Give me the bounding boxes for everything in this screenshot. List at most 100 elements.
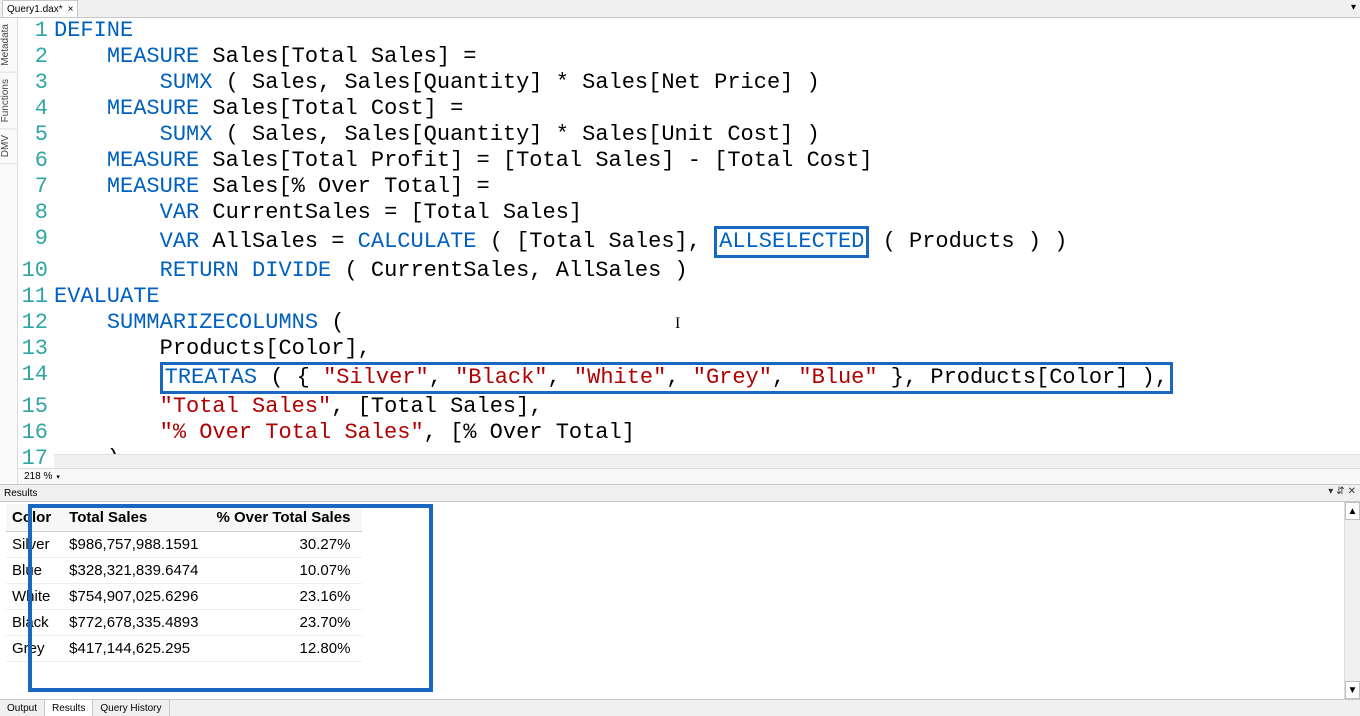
code-line[interactable]: 11EVALUATE — [18, 284, 1360, 310]
code-line[interactable]: 14 TREATAS ( { "Silver", "Black", "White… — [18, 362, 1360, 394]
table-row[interactable]: Silver$986,757,988.159130.27% — [6, 532, 362, 558]
main-area: MetadataFunctionsDMV 1DEFINE2 MEASURE Sa… — [0, 18, 1360, 484]
results-table[interactable]: ColorTotal Sales% Over Total SalesSilver… — [6, 504, 362, 662]
line-number: 11 — [18, 284, 54, 310]
line-number: 5 — [18, 122, 54, 148]
table-row[interactable]: Black$772,678,335.489323.70% — [6, 610, 362, 636]
table-cell: $754,907,025.6296 — [63, 584, 210, 610]
code-line[interactable]: 13 Products[Color], — [18, 336, 1360, 362]
table-cell: $986,757,988.1591 — [63, 532, 210, 558]
line-number: 17 — [18, 446, 54, 468]
results-pin-icon[interactable]: ⇵ — [1336, 486, 1344, 497]
code-text: SUMMARIZECOLUMNS ( — [54, 310, 1360, 336]
table-cell: Blue — [6, 558, 63, 584]
tabstrip-dropdown-icon[interactable]: ▾ — [1349, 2, 1358, 13]
code-text: SUMX ( Sales, Sales[Quantity] * Sales[Ne… — [54, 70, 1360, 96]
code-line[interactable]: 9 VAR AllSales = CALCULATE ( [Total Sale… — [18, 226, 1360, 258]
code-line[interactable]: 4 MEASURE Sales[Total Cost] = — [18, 96, 1360, 122]
zoom-indicator[interactable]: 218 % ▾ — [18, 468, 1360, 484]
code-text: TREATAS ( { "Silver", "Black", "White", … — [54, 362, 1360, 394]
code-text: EVALUATE — [54, 284, 1360, 310]
editor-horizontal-scrollbar[interactable] — [54, 454, 1360, 468]
line-number: 14 — [18, 362, 54, 394]
code-text: SUMX ( Sales, Sales[Quantity] * Sales[Un… — [54, 122, 1360, 148]
table-row[interactable]: White$754,907,025.629623.16% — [6, 584, 362, 610]
zoom-label: 218 % — [24, 471, 52, 482]
side-tabstrip: MetadataFunctionsDMV — [0, 18, 18, 484]
table-row[interactable]: Grey$417,144,625.29512.80% — [6, 636, 362, 662]
column-header[interactable]: Total Sales — [63, 504, 210, 532]
line-number: 2 — [18, 44, 54, 70]
line-number: 4 — [18, 96, 54, 122]
chevron-down-icon: ▾ — [56, 473, 60, 481]
scroll-down-icon[interactable]: ▼ — [1345, 681, 1360, 699]
column-header[interactable]: % Over Total Sales — [210, 504, 362, 532]
results-title: Results — [4, 488, 37, 499]
code-line[interactable]: 12 SUMMARIZECOLUMNS ( — [18, 310, 1360, 336]
side-tab-functions[interactable]: Functions — [0, 73, 17, 129]
line-number: 16 — [18, 420, 54, 446]
table-cell: 23.70% — [210, 610, 362, 636]
table-cell: Black — [6, 610, 63, 636]
table-cell: Silver — [6, 532, 63, 558]
line-number: 1 — [18, 18, 54, 44]
code-editor[interactable]: 1DEFINE2 MEASURE Sales[Total Sales] =3 S… — [18, 18, 1360, 468]
code-line[interactable]: 5 SUMX ( Sales, Sales[Quantity] * Sales[… — [18, 122, 1360, 148]
table-cell: 30.27% — [210, 532, 362, 558]
code-text: DEFINE — [54, 18, 1360, 44]
code-line[interactable]: 1DEFINE — [18, 18, 1360, 44]
table-cell: $328,321,839.6474 — [63, 558, 210, 584]
highlight-box: ALLSELECTED — [714, 226, 869, 258]
code-text: MEASURE Sales[Total Cost] = — [54, 96, 1360, 122]
column-header[interactable]: Color — [6, 504, 63, 532]
results-vertical-scrollbar[interactable]: ▲ ▼ — [1344, 502, 1360, 699]
table-cell: 12.80% — [210, 636, 362, 662]
code-line[interactable]: 8 VAR CurrentSales = [Total Sales] — [18, 200, 1360, 226]
results-panel: Results ▾ ⇵ ✕ ColorTotal Sales% Over Tot… — [0, 484, 1360, 699]
side-tab-dmv[interactable]: DMV — [0, 129, 17, 164]
table-cell: 23.16% — [210, 584, 362, 610]
code-text: "% Over Total Sales", [% Over Total] — [54, 420, 1360, 446]
results-header-tools: ▾ ⇵ ✕ — [1328, 486, 1356, 497]
line-number: 8 — [18, 200, 54, 226]
table-row[interactable]: Blue$328,321,839.647410.07% — [6, 558, 362, 584]
close-icon[interactable]: × — [68, 4, 74, 15]
highlight-box: TREATAS ( { "Silver", "Black", "White", … — [160, 362, 1173, 394]
bottom-tabstrip: OutputResultsQuery History — [0, 699, 1360, 716]
code-text: MEASURE Sales[Total Profit] = [Total Sal… — [54, 148, 1360, 174]
file-tabstrip: Query1.dax* × ▾ — [0, 0, 1360, 18]
code-text: "Total Sales", [Total Sales], — [54, 394, 1360, 420]
code-line[interactable]: 15 "Total Sales", [Total Sales], — [18, 394, 1360, 420]
bottom-tab-output[interactable]: Output — [0, 700, 45, 716]
bottom-tab-query-history[interactable]: Query History — [93, 700, 169, 716]
side-tab-metadata[interactable]: Metadata — [0, 18, 17, 73]
code-line[interactable]: 7 MEASURE Sales[% Over Total] = — [18, 174, 1360, 200]
results-dropdown-icon[interactable]: ▾ — [1328, 486, 1333, 497]
file-tab-label: Query1.dax* — [7, 4, 63, 15]
file-tab-query1[interactable]: Query1.dax* × — [2, 0, 78, 17]
line-number: 3 — [18, 70, 54, 96]
code-line[interactable]: 2 MEASURE Sales[Total Sales] = — [18, 44, 1360, 70]
bottom-tab-results[interactable]: Results — [45, 700, 93, 716]
results-close-icon[interactable]: ✕ — [1348, 486, 1356, 497]
code-line[interactable]: 6 MEASURE Sales[Total Profit] = [Total S… — [18, 148, 1360, 174]
table-cell: $417,144,625.295 — [63, 636, 210, 662]
line-number: 12 — [18, 310, 54, 336]
results-body: ColorTotal Sales% Over Total SalesSilver… — [0, 502, 1360, 699]
code-line[interactable]: 3 SUMX ( Sales, Sales[Quantity] * Sales[… — [18, 70, 1360, 96]
code-line[interactable]: 16 "% Over Total Sales", [% Over Total] — [18, 420, 1360, 446]
code-line[interactable]: 10 RETURN DIVIDE ( CurrentSales, AllSale… — [18, 258, 1360, 284]
code-text: RETURN DIVIDE ( CurrentSales, AllSales ) — [54, 258, 1360, 284]
line-number: 9 — [18, 226, 54, 258]
code-text: VAR CurrentSales = [Total Sales] — [54, 200, 1360, 226]
results-header[interactable]: Results ▾ ⇵ ✕ — [0, 485, 1360, 502]
editor-wrap: 1DEFINE2 MEASURE Sales[Total Sales] =3 S… — [18, 18, 1360, 484]
scroll-up-icon[interactable]: ▲ — [1345, 502, 1360, 520]
line-number: 6 — [18, 148, 54, 174]
table-cell: White — [6, 584, 63, 610]
line-number: 15 — [18, 394, 54, 420]
line-number: 7 — [18, 174, 54, 200]
line-number: 13 — [18, 336, 54, 362]
code-text: VAR AllSales = CALCULATE ( [Total Sales]… — [54, 226, 1360, 258]
table-cell: Grey — [6, 636, 63, 662]
